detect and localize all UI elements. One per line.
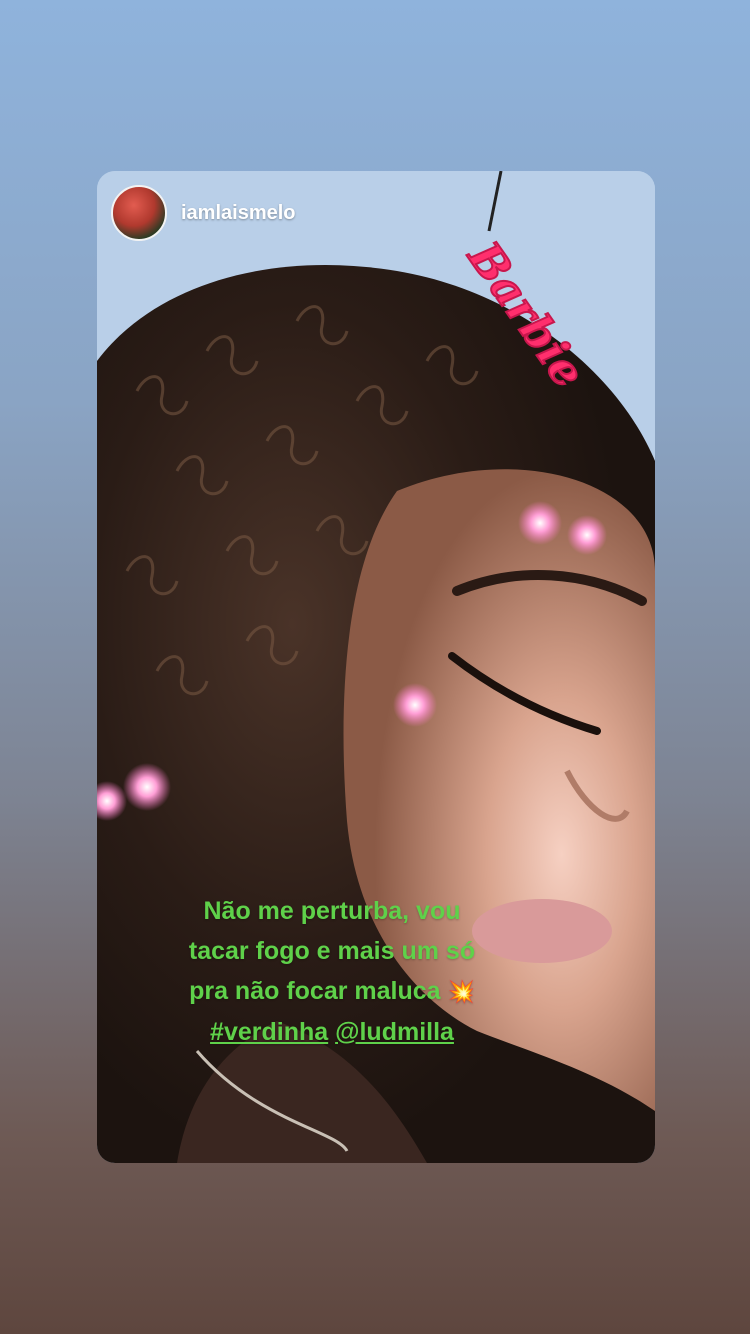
caption-sticker: Não me perturba, vou tacar fogo e mais u… bbox=[97, 891, 567, 1052]
mention-link[interactable]: @ludmilla bbox=[335, 1018, 454, 1046]
username[interactable]: iamlaismelo bbox=[181, 202, 296, 225]
sticker-text: Barbie bbox=[457, 231, 594, 397]
caption-line-4: #verdinha @ludmilla bbox=[97, 1012, 567, 1052]
hashtag-link[interactable]: #verdinha bbox=[210, 1018, 328, 1046]
collision-emoji-icon: 💥 bbox=[447, 979, 475, 1004]
story-card[interactable]: Barbie iamlaismelo Não me perturba, vou … bbox=[97, 171, 655, 1163]
caption-line-1: Não me perturba, vou bbox=[203, 897, 461, 925]
caption-line-3: pra não focar maluca 💥 bbox=[97, 971, 567, 1012]
story-header: iamlaismelo bbox=[111, 185, 296, 241]
caption-line-2: tacar fogo e mais um só bbox=[188, 937, 476, 965]
caption-line-3-text: pra não focar maluca bbox=[189, 977, 441, 1005]
avatar[interactable] bbox=[111, 185, 167, 241]
barbie-sticker: Barbie bbox=[456, 230, 595, 398]
